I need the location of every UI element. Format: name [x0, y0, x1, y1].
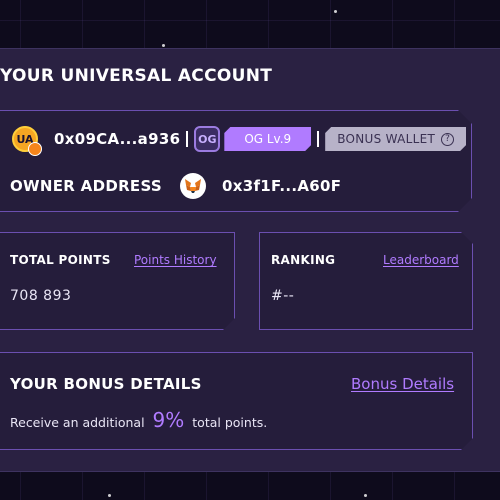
- bonus-text-before: Receive an additional: [10, 415, 145, 430]
- help-icon[interactable]: ?: [441, 133, 454, 146]
- og-badge-icon: OG: [194, 126, 221, 152]
- divider: [186, 131, 189, 147]
- account-address[interactable]: 0x09CA...a936: [54, 130, 180, 148]
- owner-address[interactable]: 0x3f1F...A60F: [222, 177, 341, 195]
- owner-row: OWNER ADDRESS 0x3f1F...A60F: [10, 172, 341, 200]
- metamask-fox-icon: [180, 173, 207, 199]
- divider: [317, 131, 320, 147]
- bonus-details-title: YOUR BONUS DETAILS: [10, 375, 202, 393]
- ranking-card: [259, 232, 473, 330]
- star-dot: [334, 10, 337, 13]
- bonus-percent: 9%: [152, 408, 185, 432]
- star-dot: [162, 44, 165, 47]
- ranking-label: RANKING: [271, 253, 336, 267]
- leaderboard-link[interactable]: Leaderboard: [383, 253, 459, 267]
- total-points-label: TOTAL POINTS: [10, 253, 111, 267]
- universal-account-logo-icon: UA: [12, 126, 42, 156]
- ranking-value: #--: [271, 288, 295, 304]
- bonus-details-link[interactable]: Bonus Details: [351, 375, 454, 393]
- points-history-link[interactable]: Points History: [134, 253, 217, 267]
- bonus-wallet-button[interactable]: BONUS WALLET ?: [325, 127, 466, 151]
- total-points-value: 708 893: [10, 288, 72, 304]
- star-dot: [364, 494, 367, 497]
- total-points-card: [0, 232, 235, 330]
- metamask-mini-icon: [28, 142, 42, 156]
- bonus-text-after: total points.: [192, 415, 268, 430]
- account-row: UA 0x09CA...a936 OG OG Lv.9 BONUS WALLET…: [12, 124, 466, 156]
- og-badge-text: OG: [198, 132, 217, 146]
- bonus-wallet-label: BONUS WALLET: [337, 132, 436, 146]
- page-title: YOUR UNIVERSAL ACCOUNT: [0, 66, 273, 86]
- star-dot: [108, 494, 111, 497]
- og-level-badge: OG Lv.9: [224, 127, 311, 151]
- bonus-details-card: [0, 352, 473, 450]
- owner-address-label: OWNER ADDRESS: [10, 177, 163, 195]
- bonus-description: Receive an additional 9% total points.: [10, 408, 267, 432]
